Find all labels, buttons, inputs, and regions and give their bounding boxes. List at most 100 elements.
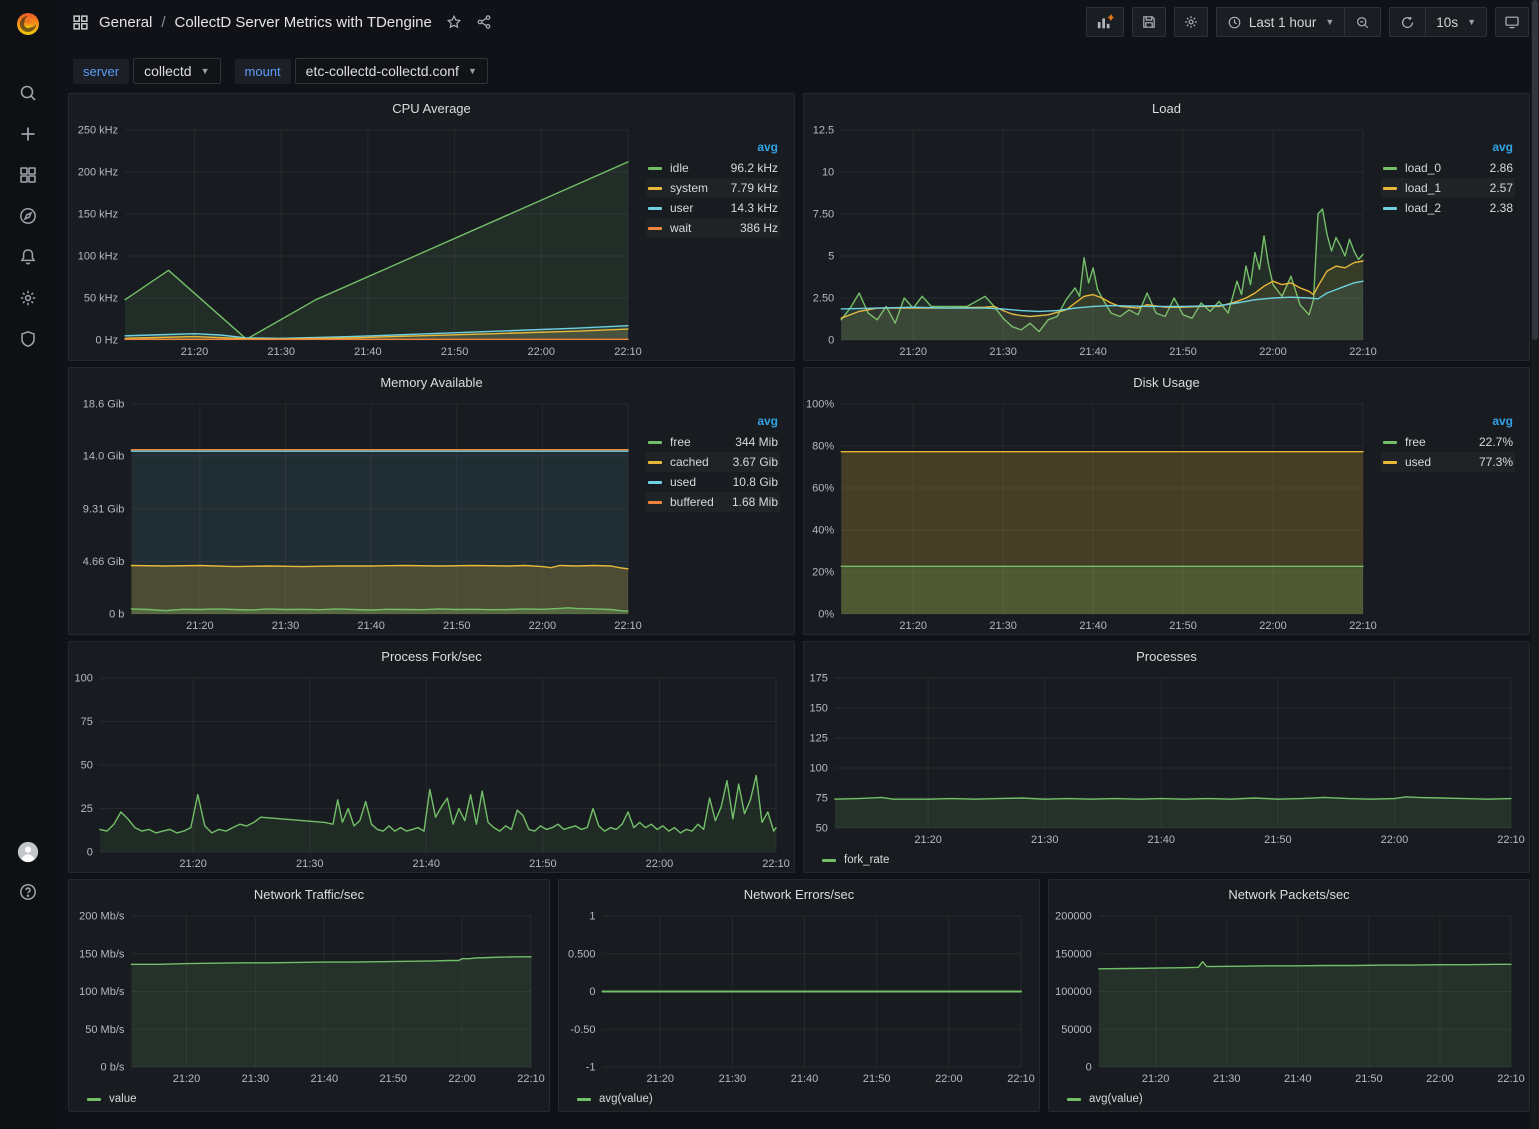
svg-text:22:00: 22:00 bbox=[935, 1073, 963, 1085]
panel-load: Load 02.5057.501012.521:2021:3021:4021:5… bbox=[803, 93, 1530, 361]
zoom-out-button[interactable] bbox=[1344, 8, 1380, 36]
legend-series-buffered[interactable]: buffered1.68 Mib bbox=[646, 492, 780, 512]
panel-header[interactable]: Network Errors/sec bbox=[559, 880, 1039, 908]
dashboard-settings-button[interactable] bbox=[1174, 7, 1208, 37]
legend-series-free[interactable]: free22.7% bbox=[1381, 432, 1515, 452]
svg-text:21:50: 21:50 bbox=[863, 1073, 891, 1085]
search-icon[interactable] bbox=[17, 82, 39, 104]
svg-text:21:50: 21:50 bbox=[379, 1073, 407, 1085]
panel-header[interactable]: Load bbox=[804, 94, 1529, 122]
refresh-interval-select[interactable]: 10s ▼ bbox=[1425, 8, 1486, 36]
svg-text:22:10: 22:10 bbox=[1349, 346, 1377, 358]
load-chart[interactable]: 02.5057.501012.521:2021:3021:4021:5022:0… bbox=[804, 122, 1381, 360]
panel-header[interactable]: Network Packets/sec bbox=[1049, 880, 1529, 908]
legend-series-name: load_0 bbox=[1405, 161, 1441, 175]
legend-series-value[interactable]: value bbox=[87, 1093, 137, 1105]
variable-mount-value[interactable]: etc-collectd-collectd.conf ▼ bbox=[295, 58, 488, 84]
chevron-down-icon: ▼ bbox=[1467, 17, 1476, 27]
legend-series-avg(value)[interactable]: avg(value) bbox=[577, 1093, 653, 1105]
svg-text:22:00: 22:00 bbox=[1259, 346, 1287, 358]
legend-series-user[interactable]: user14.3 kHz bbox=[646, 198, 780, 218]
variable-server: server collectd ▼ bbox=[73, 58, 221, 84]
panel-header[interactable]: Disk Usage bbox=[804, 368, 1529, 396]
legend-series-load_0[interactable]: load_0 2.86 bbox=[1381, 158, 1515, 178]
network-errors-chart[interactable]: -1-0.5000.500121:2021:3021:4021:5022:002… bbox=[559, 908, 1039, 1087]
chevron-down-icon: ▼ bbox=[1325, 17, 1334, 27]
svg-text:22:10: 22:10 bbox=[1497, 834, 1525, 846]
legend-series-color bbox=[648, 187, 662, 190]
server-admin-shield-icon[interactable] bbox=[17, 328, 39, 350]
legend-series-avg(value)[interactable]: avg(value) bbox=[1067, 1093, 1143, 1105]
help-icon[interactable] bbox=[17, 881, 39, 903]
variable-server-selected: collectd bbox=[144, 63, 191, 79]
legend-series-color bbox=[1383, 187, 1397, 190]
legend-series-used[interactable]: used10.8 Gib bbox=[646, 472, 780, 492]
legend-avg-header: avg bbox=[646, 138, 780, 158]
disk-usage-chart[interactable]: 0%20%40%60%80%100%21:2021:3021:4021:5022… bbox=[804, 396, 1381, 634]
variable-server-label: server bbox=[73, 59, 129, 84]
legend-series-wait[interactable]: wait386 Hz bbox=[646, 218, 780, 238]
panel-title: Disk Usage bbox=[1133, 375, 1199, 390]
legend-avg-header: avg bbox=[1381, 138, 1515, 158]
dashboard-title[interactable]: CollectD Server Metrics with TDengine bbox=[175, 14, 432, 31]
legend-series-system[interactable]: system7.79 kHz bbox=[646, 178, 780, 198]
process-fork-chart[interactable]: 025507510021:2021:3021:4021:5022:0022:10 bbox=[69, 670, 794, 872]
panel-header[interactable]: Processes bbox=[804, 642, 1529, 670]
network-traffic-chart[interactable]: 0 b/s50 Mb/s100 Mb/s150 Mb/s200 Mb/s21:2… bbox=[69, 908, 549, 1087]
svg-text:1: 1 bbox=[589, 911, 595, 923]
breadcrumb-folder[interactable]: General bbox=[99, 14, 152, 31]
star-icon[interactable] bbox=[446, 14, 462, 30]
panel-header[interactable]: Process Fork/sec bbox=[69, 642, 794, 670]
network-packets-chart[interactable]: 05000010000015000020000021:2021:3021:402… bbox=[1049, 908, 1529, 1087]
svg-text:9.31 Gib: 9.31 Gib bbox=[83, 503, 125, 515]
legend-series-cached[interactable]: cached3.67 Gib bbox=[646, 452, 780, 472]
legend-series-free[interactable]: free344 Mib bbox=[646, 432, 780, 452]
panel-cpu-average: CPU Average 0 Hz50 kHz100 kHz150 kHz200 … bbox=[68, 93, 795, 361]
share-icon[interactable] bbox=[476, 14, 492, 30]
legend-series-used[interactable]: used77.3% bbox=[1381, 452, 1515, 472]
network-errors-legend: avg(value) bbox=[559, 1087, 1039, 1111]
configuration-gear-icon[interactable] bbox=[17, 287, 39, 309]
panel-header[interactable]: Network Traffic/sec bbox=[69, 880, 549, 908]
grafana-logo[interactable] bbox=[0, 0, 56, 48]
svg-text:21:20: 21:20 bbox=[646, 1073, 674, 1085]
add-panel-button[interactable] bbox=[1086, 7, 1124, 37]
legend-series-load_2[interactable]: load_22.38 bbox=[1381, 198, 1515, 218]
legend-series-name: user bbox=[670, 201, 693, 215]
legend-series-color bbox=[648, 461, 662, 464]
legend-series-value: 2.86 bbox=[1490, 161, 1513, 175]
svg-text:50: 50 bbox=[816, 823, 828, 835]
panel-network-traffic: Network Traffic/sec 0 b/s50 Mb/s100 Mb/s… bbox=[68, 879, 550, 1112]
legend-series-fork_rate[interactable]: fork_rate bbox=[822, 854, 889, 866]
user-avatar[interactable] bbox=[17, 841, 39, 863]
legend-series-color bbox=[1383, 441, 1397, 444]
page-scrollbar[interactable] bbox=[1531, 0, 1539, 1129]
refresh-interval-label: 10s bbox=[1436, 15, 1458, 30]
panel-header[interactable]: Memory Available bbox=[69, 368, 794, 396]
panel-title: Memory Available bbox=[380, 375, 482, 390]
legend-series-color bbox=[648, 441, 662, 444]
svg-text:100: 100 bbox=[810, 763, 828, 775]
cpu-average-chart[interactable]: 0 Hz50 kHz100 kHz150 kHz200 kHz250 kHz21… bbox=[69, 122, 646, 360]
svg-text:75: 75 bbox=[816, 793, 828, 805]
svg-text:22:10: 22:10 bbox=[614, 346, 642, 358]
memory-available-chart[interactable]: 0 b4.66 Gib9.31 Gib14.0 Gib18.6 Gib21:20… bbox=[69, 396, 646, 634]
svg-text:22:10: 22:10 bbox=[1497, 1073, 1525, 1085]
explore-icon[interactable] bbox=[17, 205, 39, 227]
legend-series-name: avg(value) bbox=[1089, 1093, 1143, 1105]
legend-series-value: 344 Mib bbox=[735, 435, 778, 449]
cycle-view-mode-button[interactable] bbox=[1495, 7, 1529, 37]
processes-chart[interactable]: 507510012515017521:2021:3021:4021:5022:0… bbox=[804, 670, 1529, 848]
panel-header[interactable]: CPU Average bbox=[69, 94, 794, 122]
time-range-button[interactable]: Last 1 hour ▼ bbox=[1217, 8, 1344, 36]
create-icon[interactable] bbox=[17, 123, 39, 145]
alerting-icon[interactable] bbox=[17, 246, 39, 268]
dashboards-icon[interactable] bbox=[17, 164, 39, 186]
save-dashboard-button[interactable] bbox=[1132, 7, 1166, 37]
legend-series-load_1[interactable]: load_12.57 bbox=[1381, 178, 1515, 198]
refresh-button[interactable] bbox=[1390, 8, 1425, 36]
svg-text:22:00: 22:00 bbox=[1381, 834, 1409, 846]
variable-server-value[interactable]: collectd ▼ bbox=[133, 58, 220, 84]
svg-text:10: 10 bbox=[822, 167, 834, 179]
legend-series-idle[interactable]: idle96.2 kHz bbox=[646, 158, 780, 178]
